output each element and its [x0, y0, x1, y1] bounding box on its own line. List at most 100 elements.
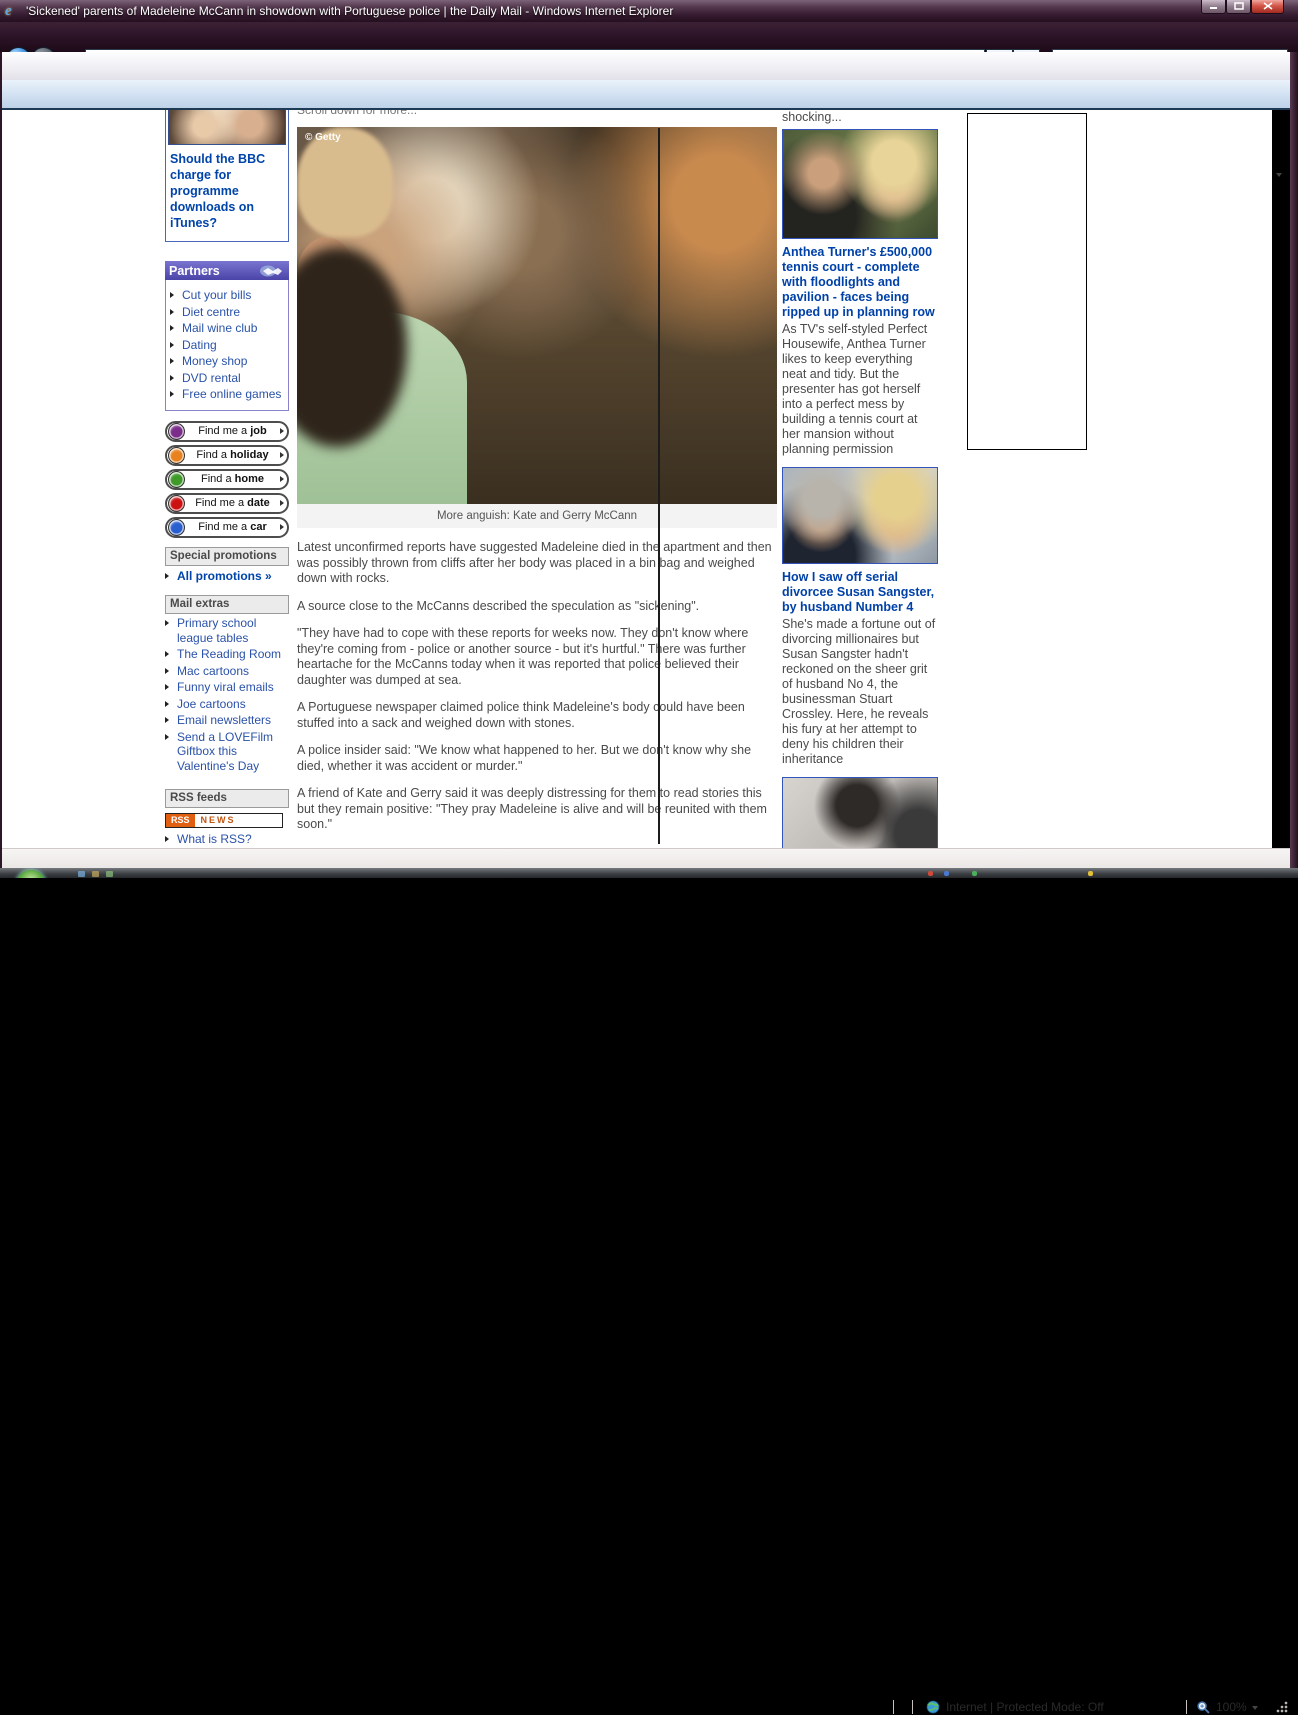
- bullet-arrow-icon: [165, 573, 173, 579]
- windows-taskbar: [0, 868, 1298, 878]
- find-button[interactable]: Find a holiday: [165, 445, 289, 466]
- article-body: Latest unconfirmed reports have suggeste…: [297, 540, 777, 833]
- resize-grip[interactable]: [1276, 1701, 1288, 1713]
- quicklaunch-icon[interactable]: [78, 871, 85, 877]
- find-buttons: Find me a job Find a holiday Find a home: [165, 421, 289, 538]
- mail-extras-link-item[interactable]: Primary school league tables: [165, 616, 289, 645]
- bullet-arrow-icon: [165, 651, 173, 657]
- story-headline-link[interactable]: Anthea Turner's £500,000 tennis court - …: [782, 245, 938, 320]
- status-zone-text: Internet | Protected Mode: Off: [946, 1700, 1104, 1714]
- quicklaunch-icon[interactable]: [106, 871, 113, 877]
- mail-extras-link-item[interactable]: Send a LOVEFilm Giftbox this Valentine's…: [165, 730, 289, 774]
- story-photo[interactable]: [782, 777, 938, 848]
- mail-extras-link-item[interactable]: The Reading Room: [165, 647, 289, 662]
- bullet-arrow-icon: [165, 836, 173, 842]
- mail-extras-link-item[interactable]: Email newsletters: [165, 713, 289, 728]
- partner-link-item[interactable]: DVD rental: [170, 371, 285, 386]
- mail-extras-link-item[interactable]: Funny viral emails: [165, 680, 289, 695]
- title-bar: e 'Sickened' parents of Madeleine McCann…: [0, 0, 1298, 22]
- article-paragraph: "They have had to cope with these report…: [297, 626, 777, 688]
- partner-link-item[interactable]: Cut your bills: [170, 288, 285, 303]
- article-column: Scroll down for more... © Getty More ang…: [297, 110, 777, 833]
- zoom-level[interactable]: 100%: [1216, 1700, 1247, 1714]
- left-sidebar: Should the BBC charge for programme down…: [165, 110, 289, 848]
- tab-bar: ★ ★+ 'Sickened' parents of Madeleine McC…: [0, 80, 1298, 110]
- find-button[interactable]: Find a home: [165, 469, 289, 490]
- address-bar-row: [0, 22, 1298, 52]
- tray-icon[interactable]: [972, 871, 977, 876]
- bullet-arrow-icon: [170, 375, 178, 381]
- rss-links-list: What is RSS? All our RSS feeds: [165, 832, 289, 848]
- start-orb[interactable]: [16, 870, 46, 878]
- rss-link-item[interactable]: What is RSS?: [165, 832, 289, 847]
- article-paragraph: A Portuguese newspaper claimed police th…: [297, 700, 777, 731]
- story-body: As TV's self-styled Perfect Housewife, A…: [782, 322, 938, 457]
- arrow-right-icon: [280, 452, 284, 458]
- find-category-icon: [168, 423, 185, 440]
- story-photo[interactable]: [782, 467, 938, 564]
- tray-icon[interactable]: [1088, 871, 1093, 876]
- zoom-icon[interactable]: [1196, 1700, 1211, 1715]
- bullet-arrow-icon: [170, 342, 178, 348]
- find-category-icon: [168, 447, 185, 464]
- minimize-button[interactable]: [1201, 0, 1226, 14]
- bullet-arrow-icon: [170, 358, 178, 364]
- arrow-right-icon: [280, 476, 284, 482]
- close-button[interactable]: [1251, 0, 1284, 14]
- zoom-chevron-icon[interactable]: [1252, 1706, 1258, 1710]
- bullet-arrow-icon: [170, 292, 178, 298]
- help-chevron-icon[interactable]: [1276, 173, 1282, 177]
- status-bar: Internet | Protected Mode: Off 100%: [0, 848, 1298, 869]
- partner-link-item[interactable]: Mail wine club: [170, 321, 285, 336]
- partners-list: Cut your bills Diet centre Mail wine clu…: [165, 280, 289, 411]
- window-border: [1290, 52, 1298, 868]
- scroll-more-text: Scroll down for more...: [297, 110, 777, 117]
- bullet-arrow-icon: [165, 701, 173, 707]
- photo-figure: [297, 127, 393, 237]
- bullet-arrow-icon: [165, 717, 173, 723]
- mail-extras-header: Mail extras: [165, 595, 289, 614]
- partners-title: Partners: [169, 264, 220, 278]
- find-button[interactable]: Find me a car: [165, 517, 289, 538]
- story-photo[interactable]: [782, 129, 938, 239]
- partner-link-item[interactable]: Free online games: [170, 387, 285, 402]
- story-body: She's made a fortune out of divorcing mi…: [782, 617, 938, 767]
- bullet-arrow-icon: [170, 325, 178, 331]
- poll-box: Should the BBC charge for programme down…: [165, 110, 289, 242]
- bullet-arrow-icon: [170, 309, 178, 315]
- find-category-icon: [168, 495, 185, 512]
- article-paragraph: A police insider said: "We know what hap…: [297, 743, 777, 774]
- tray-icon[interactable]: [928, 871, 933, 876]
- maximize-button[interactable]: [1226, 0, 1251, 14]
- rss-feeds-header: RSS feeds: [165, 789, 289, 808]
- right-sidebar: shocking... Anthea Turner's £500,000 ten…: [782, 110, 938, 848]
- mail-extras-link-item[interactable]: Joe cartoons: [165, 697, 289, 712]
- poll-headline-link[interactable]: Should the BBC charge for programme down…: [168, 145, 286, 239]
- quicklaunch-icon[interactable]: [92, 871, 99, 877]
- mail-extras-link-item[interactable]: Mac cartoons: [165, 664, 289, 679]
- bullet-arrow-icon: [165, 668, 173, 674]
- article-photo: © Getty: [297, 127, 777, 504]
- all-promotions-link[interactable]: All promotions »: [165, 569, 289, 584]
- arrow-right-icon: [280, 428, 284, 434]
- handshake-icon: [259, 264, 285, 278]
- partner-link-item[interactable]: Dating: [170, 338, 285, 353]
- rss-news-badge: RSS NEWS: [165, 813, 283, 828]
- partner-link-item[interactable]: Diet centre: [170, 305, 285, 320]
- arrow-right-icon: [280, 500, 284, 506]
- arrow-right-icon: [280, 524, 284, 530]
- tray-icon[interactable]: [944, 871, 949, 876]
- find-category-icon: [168, 519, 185, 536]
- poll-image[interactable]: [168, 110, 286, 145]
- bullet-arrow-icon: [165, 620, 173, 626]
- partner-link-item[interactable]: Money shop: [170, 354, 285, 369]
- bullet-arrow-icon: [165, 734, 173, 740]
- story-headline-link[interactable]: How I saw off serial divorcee Susan Sang…: [782, 570, 938, 615]
- window-border: [0, 52, 2, 868]
- photo-credit: © Getty: [305, 132, 341, 143]
- mail-extras-list: Primary school league tables The Reading…: [165, 616, 289, 773]
- content-divider: [658, 128, 660, 844]
- find-button[interactable]: Find me a date: [165, 493, 289, 514]
- bullet-arrow-icon: [170, 391, 178, 397]
- find-button[interactable]: Find me a job: [165, 421, 289, 442]
